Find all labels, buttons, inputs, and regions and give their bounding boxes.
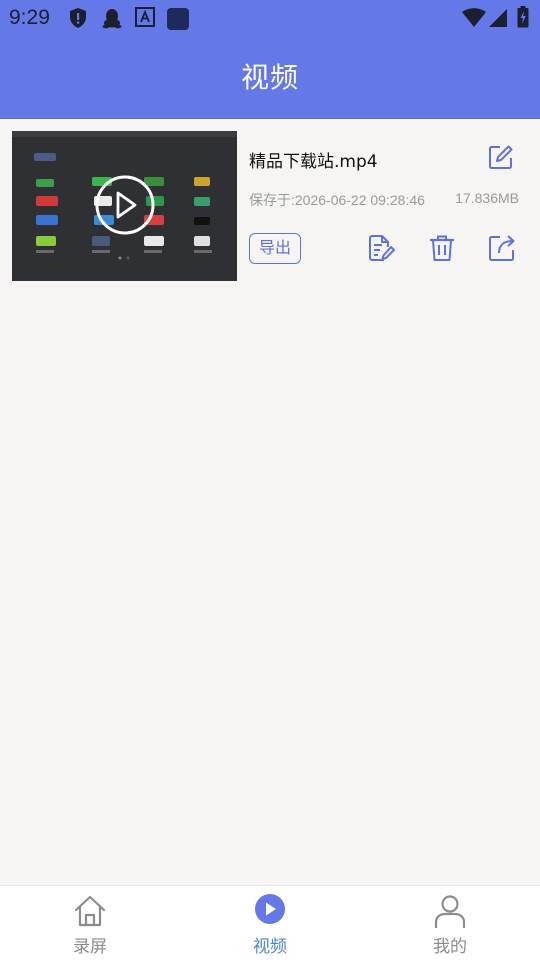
nav-item-profile[interactable]: 我的: [360, 886, 540, 960]
page-title: 视频: [240, 61, 299, 94]
file-size: 17.836MB: [455, 190, 519, 206]
play-circle-icon: [255, 894, 285, 924]
bottom-navigation: 录屏 视频 我的: [0, 885, 540, 960]
qq-icon: [102, 9, 122, 29]
trash-icon[interactable]: [427, 233, 457, 263]
export-button[interactable]: 导出: [249, 233, 301, 264]
video-file-name: 精品下载站.mp4: [249, 152, 378, 172]
shield-icon: [70, 8, 86, 28]
share-icon[interactable]: [487, 233, 517, 263]
nav-item-video[interactable]: 视频: [180, 886, 360, 960]
wifi-icon: [462, 8, 486, 27]
font-a-icon: [135, 7, 155, 27]
nav-item-record[interactable]: 录屏: [0, 886, 180, 960]
edit-name-icon[interactable]: [487, 143, 515, 171]
edit-document-icon[interactable]: [366, 233, 396, 263]
video-thumbnail[interactable]: [12, 131, 237, 281]
cellular-signal-icon: [489, 9, 507, 27]
battery-charging-icon: [517, 6, 529, 28]
saved-timestamp: 保存于:2026-06-22 09:28:46: [249, 192, 425, 208]
status-bar: 9:29: [0, 0, 540, 38]
home-icon: [74, 895, 106, 927]
status-time: 9:29: [9, 6, 50, 29]
nav-label-record: 录屏: [73, 937, 107, 957]
nav-label-profile: 我的: [433, 937, 467, 957]
thumbnail-image: [12, 131, 237, 281]
nav-label-video: 视频: [253, 937, 287, 957]
video-list-item[interactable]: 精品下载站.mp4 保存于:2026-06-22 09:28:46 17.836…: [0, 119, 540, 295]
app-header: 视频: [0, 38, 540, 119]
app-square-icon: [167, 8, 189, 30]
person-icon: [434, 895, 466, 928]
